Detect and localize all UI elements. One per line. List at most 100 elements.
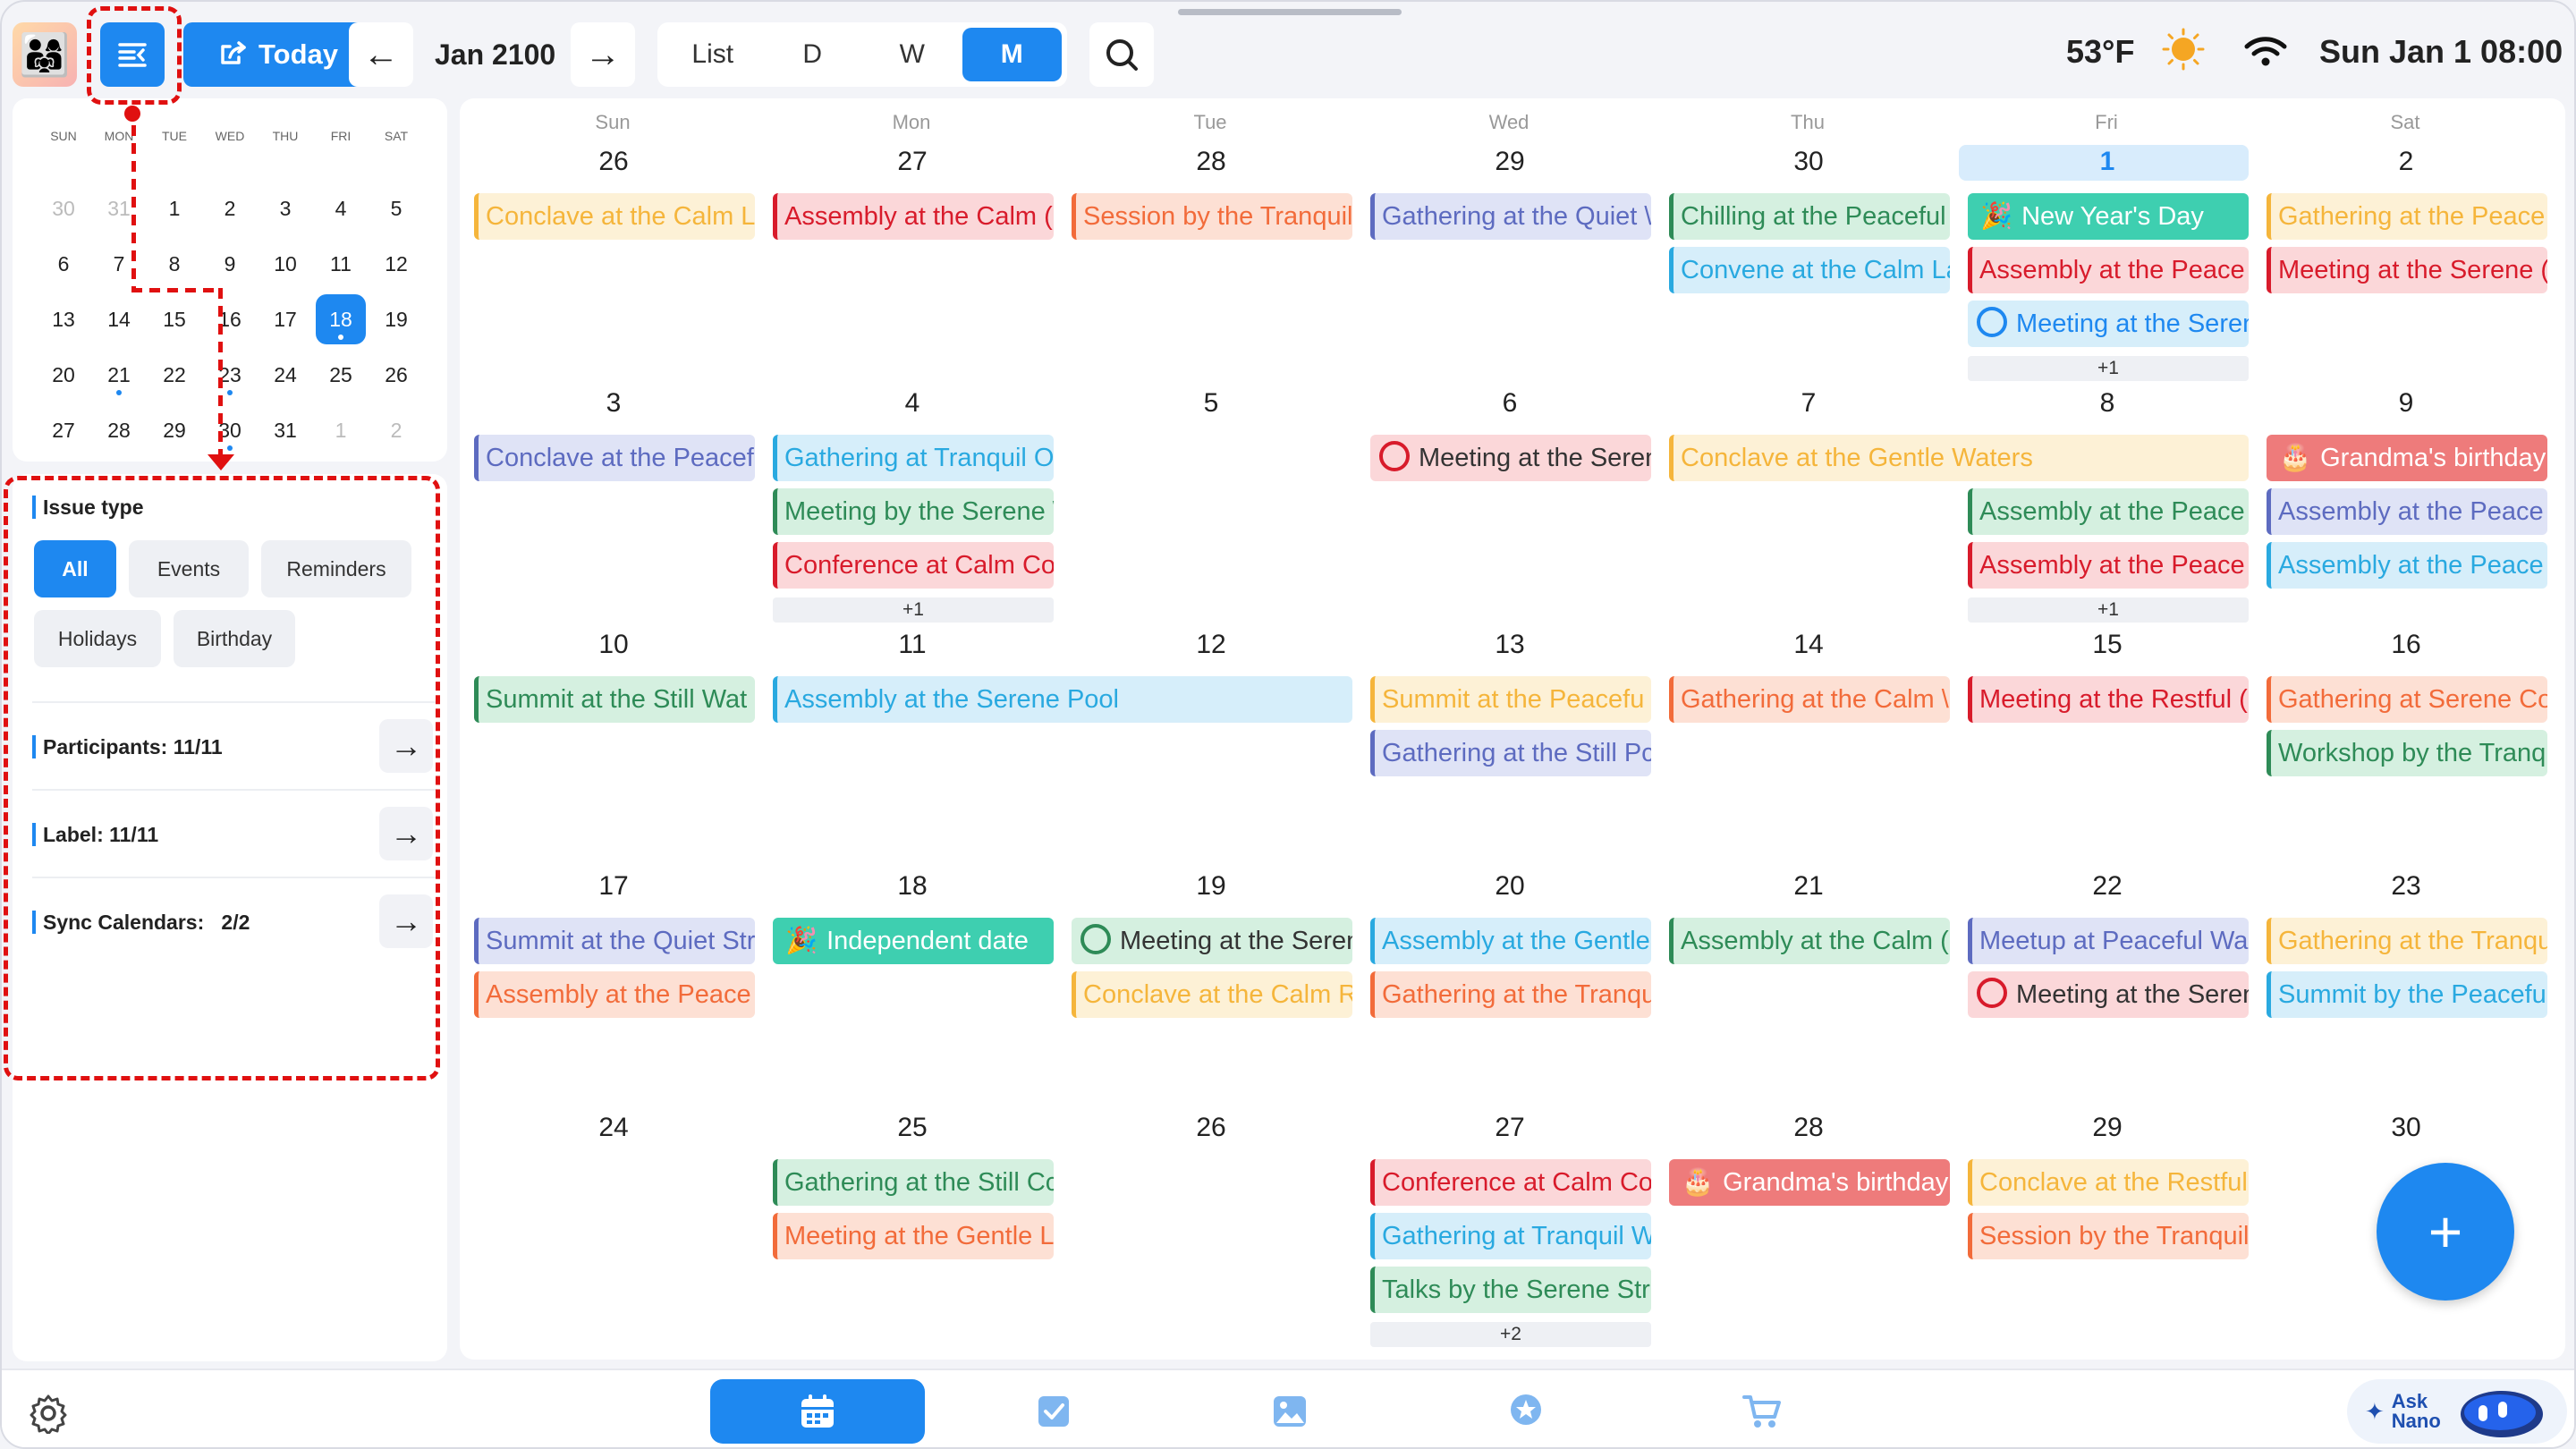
calendar-event[interactable]: Gathering at the Quiet \ [1370,193,1651,240]
mini-day-cell[interactable]: 16 [202,292,258,347]
calendar-event[interactable]: Gathering at Tranquil O [773,435,1054,481]
nav-rewards[interactable] [1419,1379,1633,1444]
mini-day-cell[interactable]: 26 [369,347,424,402]
prev-month-button[interactable]: ← [349,22,413,87]
calendar-event[interactable]: 🎂 Grandma's birthday [2267,435,2547,481]
more-events-indicator[interactable]: +1 [773,597,1054,623]
nav-photos[interactable] [1182,1379,1397,1444]
calendar-event[interactable]: Meeting at the Seren [1968,301,2249,347]
calendar-event[interactable]: Workshop by the Tranq [2267,730,2547,776]
calendar-event[interactable]: Assembly at the Calm ( [773,193,1054,240]
nav-tasks[interactable] [946,1379,1161,1444]
mini-day-cell[interactable]: 17 [258,292,313,347]
calendar-event[interactable]: Assembly at the Calm ( [1669,918,1950,964]
mini-day-cell[interactable]: 8 [147,236,202,292]
mini-day-cell[interactable]: 19 [369,292,424,347]
calendar-event[interactable]: Talks by the Serene Stre [1370,1267,1651,1313]
mini-day-cell[interactable]: 29 [147,402,202,458]
mini-day-cell[interactable]: 7 [91,236,147,292]
view-week-tab[interactable]: W [862,28,962,81]
calendar-event[interactable]: Convene at the Calm La [1669,247,1950,293]
calendar-event[interactable]: Meeting at the Seren [1370,435,1651,481]
search-button[interactable] [1089,22,1154,87]
calendar-event[interactable]: Conference at Calm Co [773,542,1054,589]
mini-day-cell[interactable]: 13 [36,292,91,347]
calendar-event[interactable]: Conclave at the Calm L [474,193,755,240]
calendar-event[interactable]: Assembly at the Serene Pool [773,676,1352,723]
mini-day-cell[interactable]: 3 [258,181,313,236]
nav-shop[interactable] [1655,1379,1869,1444]
mini-day-cell[interactable]: 14 [91,292,147,347]
calendar-event[interactable]: Conclave at the Gentle Waters [1669,435,2249,481]
calendar-event[interactable]: Conclave at the Peacef [474,435,755,481]
mini-day-cell[interactable]: 4 [313,181,369,236]
calendar-event[interactable]: Session by the Tranquil [1968,1213,2249,1259]
calendar-event[interactable]: Meeting by the Serene \ [773,488,1054,535]
mini-day-cell[interactable]: 20 [36,347,91,402]
view-list-tab[interactable]: List [663,28,763,81]
calendar-event[interactable]: Gathering at the Tranqu [1370,971,1651,1018]
calendar-event[interactable]: Meeting at the Gentle L [773,1213,1054,1259]
avatar[interactable]: 👨‍👩‍👧 [13,22,77,87]
calendar-event[interactable]: Meeting at the Restful ( [1968,676,2249,723]
mini-day-cell[interactable]: 23 [202,347,258,402]
mini-day-cell[interactable]: 6 [36,236,91,292]
more-events-indicator[interactable]: +1 [1968,597,2249,623]
mini-day-cell[interactable]: 15 [147,292,202,347]
mini-day-cell[interactable]: 18 [313,292,369,347]
calendar-event[interactable]: Gathering at the Peace [2267,193,2547,240]
month-label[interactable]: Jan 2100 [435,29,555,80]
window-grabber[interactable] [1178,9,1402,15]
mini-day-cell[interactable]: 11 [313,236,369,292]
calendar-event[interactable]: Summit at the Quiet Str [474,918,755,964]
calendar-event[interactable]: Gathering at Serene Co [2267,676,2547,723]
calendar-event[interactable]: 🎉 Independent date [773,918,1054,964]
mini-day-cell[interactable]: 5 [369,181,424,236]
mini-day-cell[interactable]: 12 [369,236,424,292]
calendar-event[interactable]: Meeting at the Serene ( [2267,247,2547,293]
next-month-button[interactable]: → [571,22,635,87]
calendar-event[interactable]: Conference at Calm Co [1370,1159,1651,1206]
view-month-tab[interactable]: M [962,28,1062,81]
calendar-event[interactable]: Session by the Tranquil [1072,193,1352,240]
mini-day-cell[interactable]: 31 [91,181,147,236]
mini-day-cell[interactable]: 25 [313,347,369,402]
calendar-event[interactable]: Gathering at the Calm \ [1669,676,1950,723]
calendar-event[interactable]: Meeting at the Seren [1072,918,1352,964]
calendar-event[interactable]: Summit at the Peacefu [1370,676,1651,723]
calendar-event[interactable]: Assembly at the Gentle [1370,918,1651,964]
mini-day-cell[interactable]: 22 [147,347,202,402]
calendar-event[interactable]: Gathering at the Still Cc [773,1159,1054,1206]
calendar-event[interactable]: Summit at the Still Wat [474,676,755,723]
calendar-event[interactable]: Chilling at the Peaceful [1669,193,1950,240]
ask-nano-button[interactable]: ✦ Ask Nano [2347,1379,2567,1444]
calendar-event[interactable]: Gathering at the Still Pc [1370,730,1651,776]
mini-day-cell[interactable]: 9 [202,236,258,292]
calendar-event[interactable]: Conclave at the Restful [1968,1159,2249,1206]
mini-day-cell[interactable]: 21 [91,347,147,402]
calendar-event[interactable]: Meeting at the Seren [1968,971,2249,1018]
calendar-event[interactable]: Assembly at the Peace [1968,488,2249,535]
more-events-indicator[interactable]: +1 [1968,356,2249,381]
calendar-event[interactable]: Assembly at the Peace [2267,488,2547,535]
mini-day-cell[interactable]: 28 [91,402,147,458]
more-events-indicator[interactable]: +2 [1370,1322,1651,1347]
calendar-event[interactable]: Assembly at the Peace [1968,542,2249,589]
mini-day-cell[interactable]: 27 [36,402,91,458]
mini-day-cell[interactable]: 24 [258,347,313,402]
calendar-event[interactable]: Assembly at the Peace [1968,247,2249,293]
mini-day-cell[interactable]: 1 [313,402,369,458]
calendar-event[interactable]: Meetup at Peaceful Wa [1968,918,2249,964]
calendar-event[interactable]: Summit by the Peacefu [2267,971,2547,1018]
calendar-event[interactable]: 🎂 Grandma's birthday [1669,1159,1950,1206]
mini-day-cell[interactable]: 31 [258,402,313,458]
calendar-event[interactable]: Gathering at Tranquil W [1370,1213,1651,1259]
calendar-event[interactable]: Conclave at the Calm R [1072,971,1352,1018]
mini-day-cell[interactable]: 2 [369,402,424,458]
nav-calendar[interactable] [710,1379,925,1444]
settings-button[interactable] [25,1390,72,1436]
mini-day-cell[interactable]: 30 [202,402,258,458]
mini-day-cell[interactable]: 2 [202,181,258,236]
mini-day-cell[interactable]: 10 [258,236,313,292]
calendar-event[interactable]: 🎉 New Year's Day [1968,193,2249,240]
